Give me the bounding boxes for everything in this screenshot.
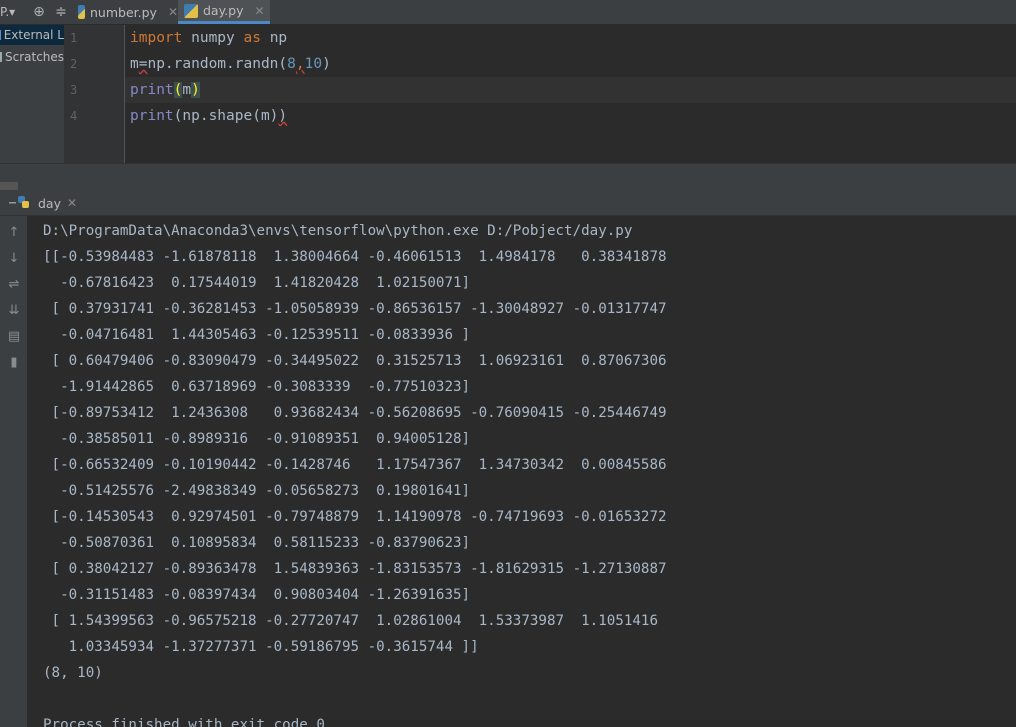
close-icon[interactable]: ✕ bbox=[255, 4, 265, 18]
scrollbar-thumb[interactable] bbox=[0, 182, 18, 190]
line-number: 2 bbox=[70, 57, 78, 71]
console-line: [ 0.38042127 -0.89363478 1.54839363 -1.8… bbox=[43, 561, 667, 577]
python-file-icon bbox=[184, 3, 198, 18]
console-line: Process finished with exit code 0 bbox=[43, 717, 325, 727]
current-line-highlight bbox=[125, 77, 1016, 103]
console-line: [-0.89753412 1.2436308 0.93682434 -0.562… bbox=[43, 405, 667, 421]
line-number: 3 bbox=[70, 83, 78, 97]
console-line: [-0.14530543 0.92974501 -0.79748879 1.14… bbox=[43, 509, 667, 525]
console-line: (8, 10) bbox=[43, 665, 103, 681]
tab-number-py[interactable]: number.py ✕ bbox=[72, 0, 178, 24]
run-tool-header: day ✕ bbox=[0, 191, 1016, 216]
console-line: [-0.66532409 -0.10190442 -0.1428746 1.17… bbox=[43, 457, 667, 473]
panel-splitter[interactable] bbox=[0, 163, 1016, 191]
trash-icon[interactable]: ▮ bbox=[5, 354, 23, 372]
console-line: [[-0.53984483 -1.61878118 1.38004664 -0.… bbox=[43, 249, 667, 265]
run-python-icon bbox=[9, 196, 29, 208]
scratch-icon bbox=[0, 52, 2, 62]
ide-window: P.▾ ⊕ ≑ number.py ✕ day.py ✕ External L … bbox=[0, 0, 1016, 727]
console-line: -0.51425576 -2.49838349 -0.05658273 0.19… bbox=[43, 483, 471, 499]
console-line: D:\ProgramData\Anaconda3\envs\tensorflow… bbox=[43, 223, 633, 239]
console-line: [ 0.37931741 -0.36281453 -1.05058939 -0.… bbox=[43, 301, 667, 317]
python-file-icon bbox=[78, 5, 85, 19]
line-number-gutter: 1 2 3 4 bbox=[64, 25, 125, 163]
console-line: -0.38585011 -0.8989316 -0.91089351 0.940… bbox=[43, 431, 471, 447]
code-editor[interactable]: import numpy as np m=np.random.randn(8,1… bbox=[125, 25, 1016, 163]
code-line-4: print(np.shape(m)) bbox=[130, 108, 288, 124]
crosshair-icon[interactable]: ⊕ bbox=[30, 3, 48, 21]
split-icon[interactable]: ≑ bbox=[52, 3, 70, 21]
console-line: -0.04716481 1.44305463 -0.12539511 -0.08… bbox=[43, 327, 471, 343]
console-line: -1.91442865 0.63718969 -0.3083339 -0.775… bbox=[43, 379, 471, 395]
soft-wrap-icon[interactable]: ⇌ bbox=[5, 276, 23, 294]
console-line: -0.50870361 0.10895834 0.58115233 -0.837… bbox=[43, 535, 471, 551]
project-item-external-libraries[interactable]: External L bbox=[0, 25, 64, 45]
run-side-toolbar: ↑ ↓ ⇌ ⇊ ▤ ▮ bbox=[0, 216, 27, 727]
project-item-label: Scratches bbox=[5, 50, 64, 64]
code-line-1: import numpy as np bbox=[130, 30, 288, 46]
library-icon bbox=[0, 30, 1, 40]
close-icon[interactable]: ✕ bbox=[67, 196, 77, 210]
tab-label: number.py bbox=[89, 4, 157, 20]
tab-day-py[interactable]: day.py ✕ bbox=[178, 0, 270, 24]
console-line: [ 1.54399563 -0.96575218 -0.27720747 1.0… bbox=[43, 613, 658, 629]
code-line-3: print(m) bbox=[130, 82, 200, 98]
print-icon[interactable]: ▤ bbox=[5, 328, 23, 346]
top-toolbar: P.▾ ⊕ ≑ number.py ✕ day.py ✕ bbox=[0, 0, 1016, 25]
project-item-scratches[interactable]: Scratches bbox=[0, 47, 64, 67]
scroll-to-end-icon[interactable]: ⇊ bbox=[5, 302, 23, 320]
tab-label: day.py bbox=[203, 3, 244, 18]
project-panel: External L Scratches bbox=[0, 25, 64, 185]
console-line: 1.03345934 -1.37277371 -0.59186795 -0.36… bbox=[43, 639, 479, 655]
run-tab-day[interactable]: day ✕ bbox=[8, 191, 77, 215]
line-number: 1 bbox=[70, 31, 78, 45]
arrow-down-icon[interactable]: ↓ bbox=[5, 250, 23, 268]
code-line-2: m=np.random.randn(8,10) bbox=[130, 56, 331, 72]
console-line: [ 0.60479406 -0.83090479 -0.34495022 0.3… bbox=[43, 353, 667, 369]
console-output[interactable]: D:\ProgramData\Anaconda3\envs\tensorflow… bbox=[28, 216, 1016, 727]
line-number: 4 bbox=[70, 109, 78, 123]
run-tab-label: day bbox=[38, 195, 61, 211]
close-icon[interactable]: ✕ bbox=[168, 5, 178, 19]
console-line: -0.67816423 0.17544019 1.41820428 1.0215… bbox=[43, 275, 471, 291]
console-line: -0.31151483 -0.08397434 0.90803404 -1.26… bbox=[43, 587, 471, 603]
project-item-label: External L bbox=[3, 28, 64, 42]
arrow-up-icon[interactable]: ↑ bbox=[5, 224, 23, 242]
project-dropdown[interactable]: P.▾ bbox=[0, 0, 22, 24]
